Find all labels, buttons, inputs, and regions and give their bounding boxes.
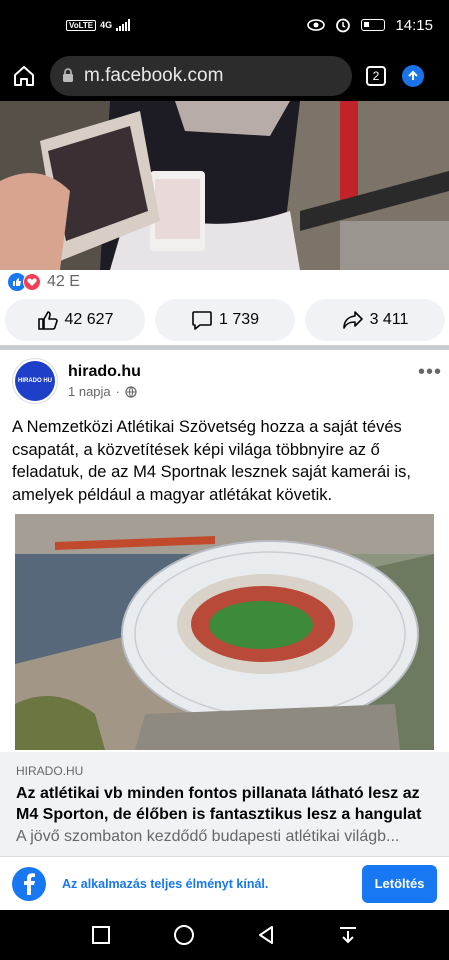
- feed-divider: [0, 345, 449, 350]
- comment-icon: [192, 311, 212, 330]
- alarm-icon: [336, 18, 351, 33]
- tab-switcher-button[interactable]: 2: [366, 65, 386, 86]
- system-nav-bar: [0, 910, 449, 960]
- address-bar[interactable]: m.facebook.com: [50, 55, 352, 96]
- post-timestamp: 1 napja ·: [68, 384, 141, 399]
- status-bar: VoLTE 4G 14:15: [0, 0, 449, 50]
- previous-post-image[interactable]: [0, 101, 449, 270]
- share-button[interactable]: 3 411: [305, 299, 445, 341]
- comment-count: 1 739: [218, 311, 260, 328]
- app-install-banner: Az alkalmazás teljes élményt kínál. Letö…: [0, 856, 449, 910]
- link-description: A jövő szombaton kezdődő budapesti atlét…: [16, 828, 400, 845]
- battery-icon: [361, 19, 386, 31]
- reaction-count: 42 E: [47, 273, 80, 290]
- volte-badge: VoLTE: [66, 19, 97, 31]
- notification-pull-icon[interactable]: [338, 925, 358, 945]
- banner-message: Az alkalmazás teljes élményt kínál.: [62, 876, 269, 891]
- avatar-logo: HIRADO HU: [15, 361, 55, 401]
- home-nav-icon[interactable]: [173, 924, 195, 946]
- thumbs-up-icon: [37, 311, 58, 330]
- post-actions: 42 627 1 739 3 411: [5, 299, 445, 341]
- share-count: 3 411: [369, 311, 409, 328]
- home-icon[interactable]: [12, 64, 36, 88]
- share-icon: [342, 311, 363, 329]
- post-body-text: A Nemzetközi Atlétikai Szövetség hozza a…: [12, 418, 411, 504]
- back-icon[interactable]: [256, 925, 276, 945]
- clock: 14:15: [395, 16, 433, 34]
- link-domain: HIRADO.HU: [16, 764, 84, 778]
- avatar[interactable]: HIRADO HU: [12, 358, 58, 404]
- network-type: 4G: [100, 20, 113, 30]
- post-time-text: 1 napja: [68, 384, 111, 399]
- signal-icon: [116, 19, 131, 31]
- browser-toolbar: m.facebook.com 2: [0, 50, 449, 101]
- reaction-summary[interactable]: 42 E: [8, 273, 80, 291]
- like-count: 42 627: [64, 311, 114, 328]
- post-header: HIRADO HU hirado.hu 1 napja · •••: [12, 358, 442, 404]
- comment-button[interactable]: 1 739: [155, 299, 295, 341]
- like-button[interactable]: 42 627: [5, 299, 145, 341]
- recent-apps-icon[interactable]: [91, 925, 111, 945]
- love-reaction-icon: [23, 273, 41, 291]
- link-preview-image[interactable]: [15, 514, 434, 750]
- upload-icon[interactable]: [402, 64, 424, 87]
- facebook-logo-icon: [12, 866, 46, 901]
- url-text: m.facebook.com: [84, 64, 224, 86]
- page-name[interactable]: hirado.hu: [68, 363, 141, 381]
- eye-icon: [307, 19, 326, 31]
- link-title[interactable]: Az atlétikai vb minden fontos pillanata …: [16, 783, 433, 825]
- network-indicators: VoLTE 4G: [66, 19, 131, 31]
- globe-icon: [125, 385, 137, 398]
- download-button[interactable]: Letöltés: [362, 864, 437, 903]
- more-options-button[interactable]: •••: [418, 361, 442, 384]
- lock-icon: [63, 68, 73, 82]
- link-preview[interactable]: HIRADO.HU Az atlétikai vb minden fontos …: [0, 752, 449, 856]
